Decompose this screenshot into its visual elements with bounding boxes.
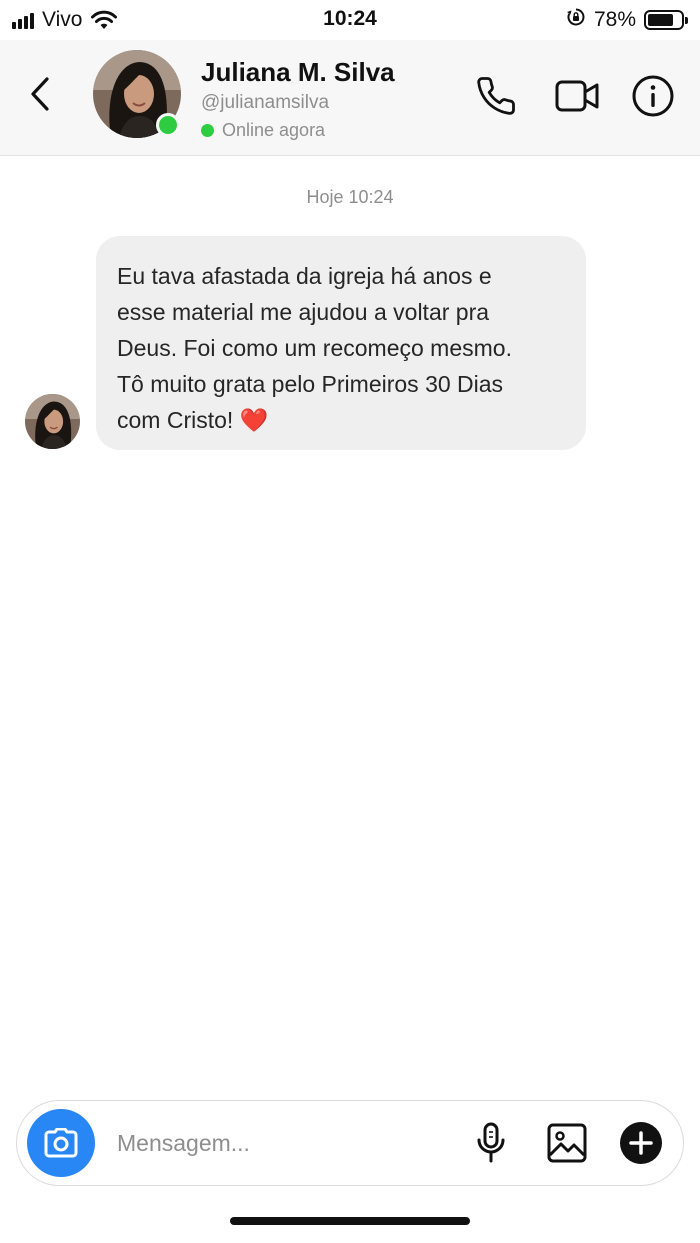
message-line: Tô muito grata pelo Primeiros 30 Dias [117,371,504,397]
call-button[interactable] [473,73,519,119]
chevron-left-icon [31,77,49,111]
video-camera-icon [555,80,599,112]
presence-label: Online agora [222,120,326,140]
contact-name[interactable]: Juliana M. Silva [201,57,395,88]
signal-icon [12,11,34,29]
camera-button[interactable] [27,1109,95,1177]
gallery-button[interactable] [543,1119,591,1167]
microphone-icon [477,1122,505,1163]
battery-icon [644,9,688,30]
wifi-icon [90,10,118,30]
info-button[interactable] [630,73,676,119]
home-indicator [230,1217,470,1225]
carrier-label: Vivo [42,8,83,31]
contact-handle: @julianamsilva [201,92,330,113]
message-bubble[interactable]: Eu tava afastada da igreja há anos e ess… [96,236,586,450]
online-dot [201,124,214,137]
message-input[interactable] [117,1123,447,1163]
video-call-button[interactable] [554,73,600,119]
presence-status: Online agora [201,120,325,141]
add-button[interactable] [617,1119,665,1167]
chat-header: Juliana M. Silva @julianamsilva Online a… [0,40,700,156]
online-indicator [156,113,180,137]
message-line: com Cristo! ❤️ [117,407,269,433]
orientation-lock-icon [566,7,586,32]
battery-percent: 78% [593,7,636,31]
camera-icon [44,1128,78,1158]
message-timestamp: Hoje 10:24 [306,187,394,207]
message-line: Eu tava afastada da igreja há anos e [117,263,492,289]
back-button[interactable] [22,72,58,116]
message-line: esse material me ajudou a voltar pra [117,299,490,325]
add-icon [620,1122,662,1164]
message-avatar[interactable] [25,394,80,449]
status-bar: Vivo 10:24 78% [0,0,700,40]
message-composer [16,1100,684,1186]
gallery-icon [547,1123,587,1163]
message-line: Deus. Foi como um recomeço mesmo. [117,335,512,361]
info-icon [632,75,674,117]
phone-icon [477,77,515,115]
voice-message-button[interactable] [467,1119,515,1167]
battery-level [648,13,673,26]
